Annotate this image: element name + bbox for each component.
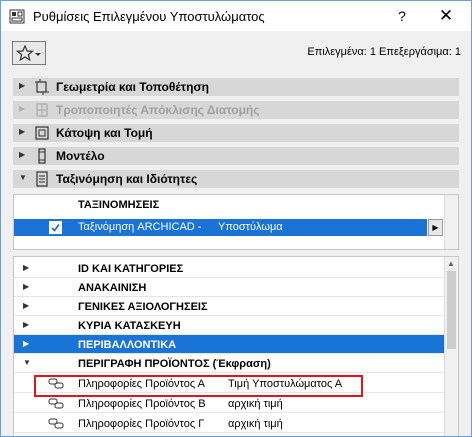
property-group[interactable]: ▶ ID ΚΑΙ ΚΑΤΗΓΟΡΙΕΣ: [14, 259, 444, 278]
group-label: ΠΕΡΙΒΑΛΛΟΝΤΙΚΑ: [78, 339, 177, 351]
property-value[interactable]: Τιμή Υποστυλώματος Α: [228, 378, 342, 390]
property-group[interactable]: ▼ ΠΕΡΙΓΡΑΦΗ ΠΡΟΪΟΝΤΟΣ (Έκφραση): [14, 354, 444, 373]
property-group[interactable]: ▶ ΓΕΝΙΚΕΣ ΑΞΙΟΛΟΓΗΣΕΙΣ: [14, 297, 444, 316]
expand-arrow-icon[interactable]: ▶: [23, 301, 29, 310]
collapse-arrow-icon[interactable]: ▼: [19, 173, 27, 182]
classifications-header: ΤΑΞΙΝΟΜΗΣΕΙΣ: [78, 199, 160, 211]
property-row[interactable]: Πληροφορίες Προϊόντος Β αρχική τιμή: [14, 394, 444, 413]
window-title: Ρυθμίσεις Επιλεγμένου Υποστυλώματος: [33, 9, 265, 24]
property-group-selected[interactable]: ▶ ΠΕΡΙΒΑΛΛΟΝΤΙΚΑ: [14, 335, 444, 354]
group-label: ΓΕΝΙΚΕΣ ΑΞΙΟΛΟΓΗΣΕΙΣ: [78, 301, 208, 313]
expand-arrow-icon[interactable]: ▶: [23, 320, 29, 329]
chevron-down-icon: [35, 53, 41, 56]
link-icon: [48, 378, 64, 389]
group-label: ΚΥΡΙΑ ΚΑΤΑΣΚΕΥΗ: [78, 320, 181, 332]
panel-geometry[interactable]: ▶ Γεωμετρία και Τοποθέτηση: [13, 78, 459, 96]
classification-dropdown-button[interactable]: ▶: [428, 219, 443, 236]
favorites-button[interactable]: [12, 41, 46, 65]
link-icon: [48, 398, 64, 409]
group-label: ΑΝΑΚΑΙΝΙΣΗ: [78, 282, 147, 294]
classification-value: Υποστύλωμα: [218, 221, 283, 233]
floorplan-icon: [35, 126, 49, 140]
expand-arrow-icon[interactable]: ▶: [23, 263, 29, 272]
expand-arrow-icon[interactable]: ▶: [19, 150, 25, 159]
group-label: ΠΕΡΙΓΡΑΦΗ ΠΡΟΪΟΝΤΟΣ (Έκφραση): [78, 358, 271, 370]
panel-label: Τροποποιητές Απόκλισης Διατομής: [56, 103, 260, 117]
profile-modifier-icon: [36, 103, 48, 117]
panel-label: Γεωμετρία και Τοποθέτηση: [56, 80, 209, 94]
property-row[interactable]: Πληροφορίες Προϊόντος Α Τιμή Υποστυλώματ…: [14, 374, 444, 393]
geometry-icon: [35, 79, 49, 95]
property-name: Πληροφορίες Προϊόντος Γ: [78, 418, 205, 430]
expand-arrow-icon[interactable]: ▶: [19, 81, 25, 90]
star-icon: [16, 45, 41, 62]
panel-floorplan-section[interactable]: ▶ Κάτοψη και Τομή: [13, 124, 459, 142]
expand-arrow-icon[interactable]: ▶: [23, 282, 29, 291]
classification-system: Ταξινόμηση ARCHICAD -: [78, 221, 202, 233]
column-settings-icon: [9, 9, 25, 24]
expand-arrow-icon: ▶: [19, 104, 26, 113]
property-scrollbar[interactable]: ▲: [444, 257, 458, 436]
selection-status: Επιλεγμένα: 1 Επεξεργάσιμα: 1: [307, 46, 461, 58]
property-group[interactable]: ▶ ΚΥΡΙΑ ΚΑΤΑΣΚΕΥΗ: [14, 316, 444, 335]
column-settings-dialog: Ρυθμίσεις Επιλεγμένου Υποστυλώματος ? ✕ …: [0, 0, 472, 437]
classification-scrollbar[interactable]: [444, 195, 458, 249]
classification-checkbox[interactable]: [49, 221, 62, 234]
property-group[interactable]: ▶ ΑΝΑΚΑΙΝΙΣΗ: [14, 278, 444, 297]
property-name: Πληροφορίες Προϊόντος Β: [78, 398, 206, 410]
link-icon: [48, 418, 64, 429]
classification-row[interactable]: Ταξινόμηση ARCHICAD - Υποστύλωμα: [14, 219, 427, 236]
close-button[interactable]: ✕: [431, 5, 461, 27]
title-bar: Ρυθμίσεις Επιλεγμένου Υποστυλώματος ? ✕: [1, 1, 471, 31]
panel-profile-modifiers: ▶ Τροποποιητές Απόκλισης Διατομής: [13, 101, 459, 119]
group-label: ID ΚΑΙ ΚΑΤΗΓΟΡΙΕΣ: [78, 263, 184, 275]
expand-arrow-icon[interactable]: ▶: [19, 127, 25, 136]
property-list: ▶ ID ΚΑΙ ΚΑΤΗΓΟΡΙΕΣ ▶ ΑΝΑΚΑΙΝΙΣΗ ▶ ΓΕΝΙΚ…: [13, 256, 459, 436]
collapse-arrow-icon[interactable]: ▼: [23, 358, 31, 367]
panel-model[interactable]: ▶ Μοντέλο: [13, 147, 459, 165]
property-value[interactable]: αρχική τιμή: [228, 418, 283, 430]
panel-classification-properties[interactable]: ▼ Ταξινόμηση και Ιδιότητες: [13, 170, 459, 188]
property-value[interactable]: αρχική τιμή: [228, 398, 283, 410]
classification-list: ΤΑΞΙΝΟΜΗΣΕΙΣ Ταξινόμηση ARCHICAD - Υποστ…: [13, 194, 459, 250]
expand-arrow-icon[interactable]: ▶: [23, 339, 29, 348]
classification-icon: [36, 171, 48, 187]
property-name: Πληροφορίες Προϊόντος Α: [78, 378, 205, 390]
panel-label: Κάτοψη και Τομή: [56, 126, 153, 140]
scroll-up-icon[interactable]: ▲: [447, 259, 455, 268]
scroll-thumb[interactable]: [447, 271, 456, 349]
property-row[interactable]: Πληροφορίες Προϊόντος Γ αρχική τιμή: [14, 414, 444, 433]
checkmark-icon: [51, 223, 60, 232]
help-button[interactable]: ?: [387, 5, 417, 27]
model-icon: [38, 148, 46, 164]
panel-label: Μοντέλο: [56, 149, 105, 163]
panel-label: Ταξινόμηση και Ιδιότητες: [56, 172, 198, 186]
